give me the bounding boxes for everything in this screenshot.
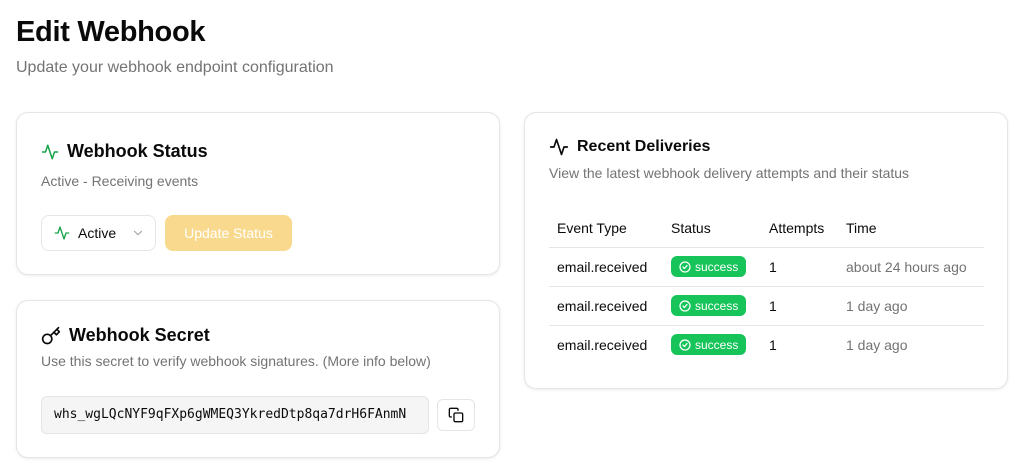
secret-value-field[interactable]: whs_wgLQcNYF9qFXp6gWMEQ3YkredDtp8qa7drH6… [41,396,429,434]
column-header-event-type: Event Type [549,209,663,248]
copy-secret-button[interactable] [437,399,475,431]
page-subtitle: Update your webhook endpoint configurati… [16,59,334,76]
deliveries-table: Event Type Status Attempts Time email.re… [549,209,984,364]
status-badge-label: success [695,259,739,274]
status-select-value: Active [78,225,117,241]
recent-deliveries-title: Recent Deliveries [577,138,711,155]
status-badge-label: success [695,337,739,352]
table-row[interactable]: email.received success 1 1 day ago [549,325,984,364]
webhook-status-description: Active - Receiving events [41,173,199,189]
time-cell: about 24 hours ago [838,247,984,287]
webhook-secret-title: Webhook Secret [69,325,210,345]
webhook-secret-card: Webhook Secret Use this secret to verify… [16,300,500,458]
status-badge: success [671,295,747,316]
attempts-cell: 1 [769,336,777,353]
recent-deliveries-header: Recent Deliveries [549,137,710,157]
status-select[interactable]: Active [41,215,156,251]
webhook-status-card: Webhook Status Active - Receiving events… [16,112,500,275]
update-status-button[interactable]: Update Status [165,215,292,251]
event-type-cell: email.received [549,286,663,326]
page-title: Edit Webhook [16,16,206,48]
check-circle-icon [679,299,691,312]
status-cell: success [663,286,761,326]
status-badge: success [671,256,747,277]
event-type-cell: email.received [557,336,648,353]
key-icon [41,326,61,346]
webhook-secret-header: Webhook Secret [41,325,210,346]
chevron-down-icon [131,226,145,240]
status-cell: success [663,247,761,287]
check-circle-icon [679,260,691,273]
activity-icon [549,137,569,157]
status-badge-label: success [695,298,739,313]
column-header-time: Time [838,209,984,248]
event-type-cell: email.received [549,247,663,287]
column-header-attempts: Attempts [761,209,838,248]
webhook-secret-description: Use this secret to verify webhook signat… [41,353,431,369]
table-row[interactable]: email.received success 1 1 day ago [549,286,984,326]
attempts-cell: 1 [761,286,838,326]
recent-deliveries-description: View the latest webhook delivery attempt… [549,165,910,181]
time-cell: 1 day ago [846,336,908,353]
activity-icon [54,225,70,241]
attempts-cell: 1 [761,247,838,287]
check-circle-icon [679,339,691,351]
column-header-status: Status [663,209,761,248]
table-row[interactable]: email.received success 1 about 24 hours … [549,247,984,287]
recent-deliveries-card: Recent Deliveries View the latest webhoo… [524,112,1008,389]
webhook-status-header: Webhook Status [41,141,208,162]
status-badge: success [671,334,747,356]
time-cell: 1 day ago [838,286,984,326]
activity-icon [41,143,59,161]
table-header-row: Event Type Status Attempts Time [549,209,984,248]
webhook-status-title: Webhook Status [67,141,208,161]
status-cell: success [663,325,761,364]
copy-icon [448,407,464,423]
